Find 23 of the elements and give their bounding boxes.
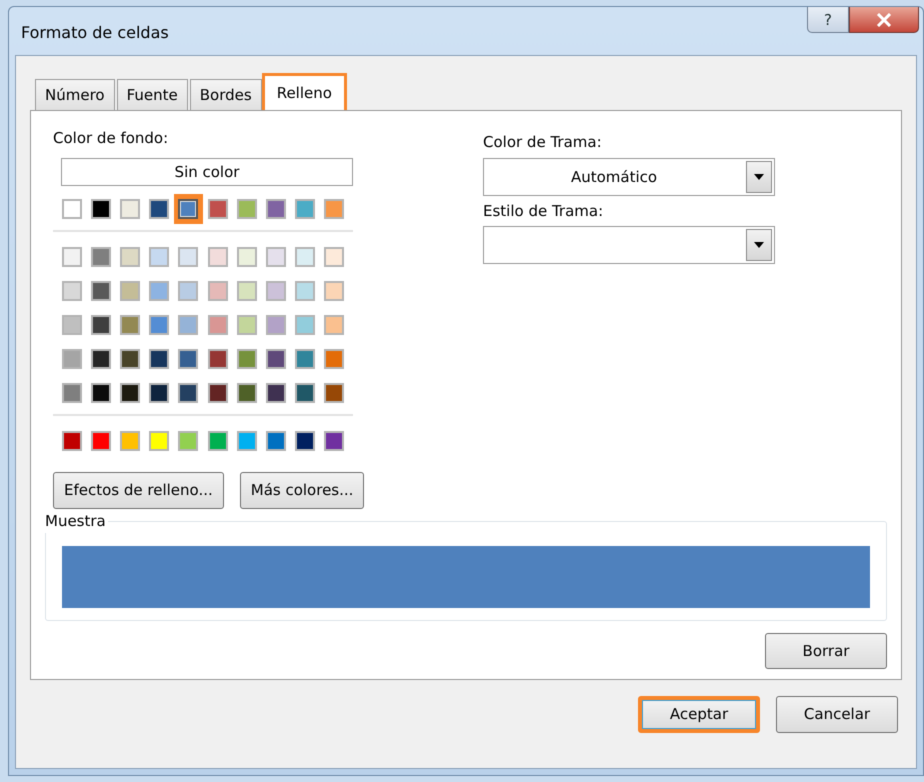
clear-button[interactable]: Borrar (765, 632, 887, 669)
tab[interactable]: Bordes (190, 78, 262, 110)
pattern-style-dropdown[interactable] (483, 226, 775, 264)
window-title: Formato de celdas (21, 23, 169, 42)
color-swatch[interactable] (174, 194, 204, 224)
dialog-button[interactable]: Aceptar (638, 696, 760, 732)
no-color-button[interactable]: Sin color (61, 158, 353, 186)
background-color-label: Color de fondo: (53, 128, 168, 149)
pattern-color-dropdown[interactable]: Automático (483, 158, 775, 196)
dropdown-value: Automático (570, 166, 658, 188)
tab[interactable]: Fuente (116, 78, 188, 110)
help-button[interactable]: ? (807, 7, 849, 33)
close-button[interactable] (849, 7, 919, 33)
tab[interactable]: Número (35, 78, 115, 110)
dialog-button[interactable]: Efectos de relleno... (53, 472, 224, 508)
tab[interactable]: Relleno (264, 75, 345, 111)
caret-icon (754, 242, 764, 248)
caret-icon (754, 174, 764, 180)
pattern-style-label: Estilo de Trama: (483, 200, 604, 222)
dialog-button[interactable]: Cancelar (776, 696, 898, 732)
close-icon (876, 12, 892, 26)
dialog-button[interactable]: Más colores... (240, 472, 364, 508)
pattern-color-label: Color de Trama: (483, 132, 602, 153)
